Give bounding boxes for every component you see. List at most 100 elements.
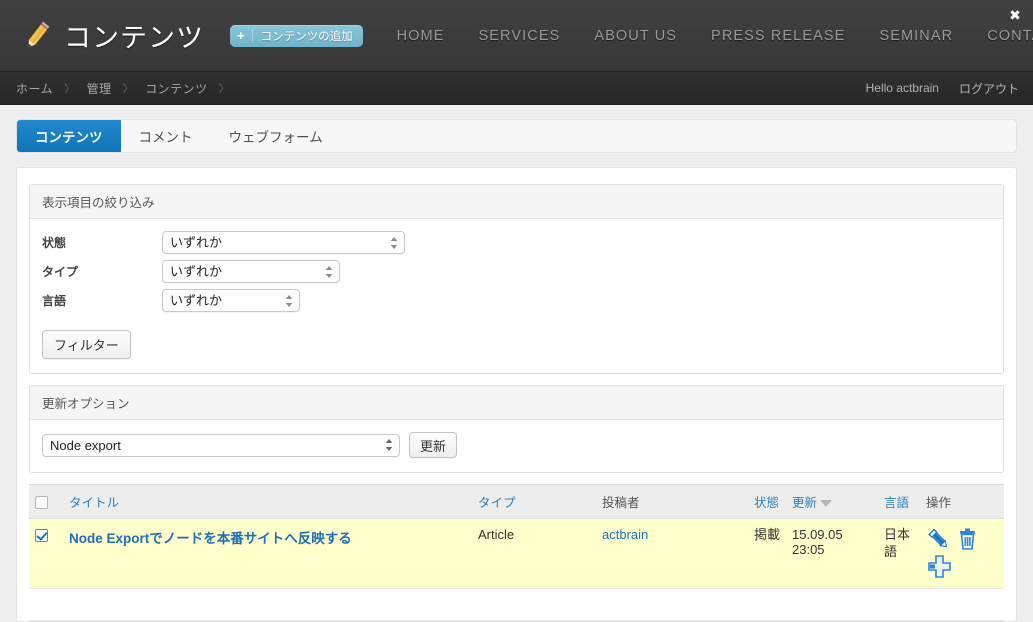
- user-area: Hello actbrain ログアウト: [866, 80, 1019, 97]
- row-type-cell: Article: [472, 519, 596, 589]
- plus-icon: +: [237, 29, 253, 42]
- tab-content[interactable]: コンテンツ: [17, 120, 121, 152]
- nav-item-contact[interactable]: CONTACT: [987, 28, 1033, 44]
- nav-item-services[interactable]: SERVICES: [479, 28, 561, 44]
- row-language-cell: [878, 589, 920, 621]
- row-updated-cell: 15.09.05 23:05: [786, 519, 878, 589]
- filter-panel-heading: 表示項目の絞り込み: [30, 185, 1003, 219]
- row-updated-date: 15.09.05: [792, 527, 843, 542]
- header-title: タイトル: [63, 485, 472, 519]
- filter-panel: 表示項目の絞り込み 状態 いずれか タイプ いずれか: [29, 184, 1004, 374]
- row-author-cell: actbrain: [596, 519, 748, 589]
- breadcrumb-item-admin[interactable]: 管理: [87, 80, 112, 97]
- row-select-cell: [29, 589, 63, 621]
- header-language: 言語: [878, 485, 920, 519]
- content-card: 表示項目の絞り込み 状態 いずれか タイプ いずれか: [16, 167, 1017, 622]
- add-content-button[interactable]: + コンテンツの追加: [230, 25, 363, 47]
- header-author: 投稿者: [596, 485, 748, 519]
- table-row: [29, 589, 1004, 621]
- header-state: 状態: [748, 485, 786, 519]
- breadcrumb: ホーム 〉 管理 〉 コンテンツ 〉: [16, 80, 866, 97]
- header-updated-link[interactable]: 更新: [792, 496, 817, 510]
- breadcrumb-separator: 〉: [64, 80, 76, 96]
- sort-descending-icon[interactable]: [820, 500, 832, 507]
- logout-link[interactable]: ログアウト: [959, 80, 1019, 97]
- header-author-label: 投稿者: [602, 496, 640, 510]
- breadcrumb-separator: 〉: [219, 80, 231, 96]
- header-operations-label: 操作: [926, 496, 951, 510]
- row-title-cell: Node Exportでノードを本番サイトへ反映する: [63, 519, 472, 589]
- nav-item-seminar[interactable]: SEMINAR: [879, 28, 953, 44]
- filter-label-language: 言語: [42, 292, 162, 309]
- tab-comments[interactable]: コメント: [121, 120, 211, 152]
- row-author-cell: [596, 589, 748, 621]
- filter-state-select[interactable]: いずれか: [162, 231, 405, 254]
- header-type-link[interactable]: タイプ: [478, 496, 516, 510]
- greeting-label: Hello actbrain: [866, 81, 939, 95]
- header-language-link[interactable]: 言語: [884, 496, 909, 510]
- filter-language-select[interactable]: いずれか: [162, 289, 300, 312]
- add-content-label: コンテンツの追加: [261, 28, 353, 44]
- filter-language-select-wrap: いずれか: [162, 289, 300, 312]
- update-panel-body: Node export 更新: [30, 420, 1003, 472]
- update-action-select[interactable]: Node export: [42, 434, 400, 457]
- filter-label-type: タイプ: [42, 263, 162, 280]
- breadcrumb-bar: ホーム 〉 管理 〉 コンテンツ 〉 Hello actbrain ログアウト: [0, 72, 1033, 105]
- close-icon[interactable]: ✖: [1008, 8, 1022, 22]
- select-all-header: [29, 485, 63, 519]
- table-body: Node Exportでノードを本番サイトへ反映する Article actbr…: [29, 519, 1004, 621]
- pencil-icon: [22, 19, 52, 53]
- row-select-checkbox[interactable]: [35, 529, 48, 542]
- row-operations: [926, 527, 982, 580]
- update-panel-heading: 更新オプション: [30, 386, 1003, 420]
- row-operations-cell: [920, 519, 1004, 589]
- breadcrumb-item-home[interactable]: ホーム: [16, 80, 53, 97]
- table-row: Node Exportでノードを本番サイトへ反映する Article actbr…: [29, 519, 1004, 589]
- filter-label-state: 状態: [42, 234, 162, 251]
- filter-row-language: 言語 いずれか: [42, 289, 991, 312]
- content-table: タイトル タイプ 投稿者 状態 更新 言語 操作: [29, 484, 1004, 621]
- row-type-cell: [472, 589, 596, 621]
- filter-panel-body: 状態 いずれか タイプ いずれか: [30, 219, 1003, 373]
- header-operations: 操作: [920, 485, 1004, 519]
- row-language-cell: 日本語: [878, 519, 920, 589]
- table-header: タイトル タイプ 投稿者 状態 更新 言語 操作: [29, 485, 1004, 519]
- select-all-checkbox[interactable]: [35, 496, 48, 509]
- header-updated: 更新: [786, 485, 878, 519]
- filter-type-select-wrap: いずれか: [162, 260, 340, 283]
- tabs-region: コンテンツ コメント ウェブフォーム: [0, 105, 1033, 153]
- filter-type-select[interactable]: いずれか: [162, 260, 340, 283]
- header-title-link[interactable]: タイトル: [69, 496, 119, 510]
- filter-submit-button[interactable]: フィルター: [42, 330, 131, 359]
- header-type: タイプ: [472, 485, 596, 519]
- row-author-link[interactable]: actbrain: [602, 527, 648, 542]
- filter-row-state: 状態 いずれか: [42, 231, 991, 254]
- update-options-panel: 更新オプション Node export 更新: [29, 385, 1004, 473]
- edit-icon[interactable]: [926, 527, 953, 553]
- row-title-link[interactable]: Node Exportでノードを本番サイトへ反映する: [69, 531, 352, 546]
- row-state-cell: [748, 589, 786, 621]
- update-action-row: Node export 更新: [42, 432, 991, 458]
- row-updated-cell: [786, 589, 878, 621]
- filter-row-type: タイプ いずれか: [42, 260, 991, 283]
- filter-state-select-wrap: いずれか: [162, 231, 405, 254]
- row-title-cell: [63, 589, 472, 621]
- main-navigation: HOME SERVICES ABOUT US PRESS RELEASE SEM…: [397, 28, 1033, 44]
- admin-toolbar: コンテンツ + コンテンツの追加 HOME SERVICES ABOUT US …: [0, 0, 1033, 72]
- tab-webform[interactable]: ウェブフォーム: [211, 120, 341, 152]
- nav-item-about-us[interactable]: ABOUT US: [594, 28, 677, 44]
- header-state-link[interactable]: 状態: [754, 496, 779, 510]
- nav-item-home[interactable]: HOME: [397, 28, 445, 44]
- row-select-cell: [29, 519, 63, 589]
- breadcrumb-item-content[interactable]: コンテンツ: [145, 80, 208, 97]
- update-action-select-wrap: Node export: [42, 434, 400, 457]
- delete-icon[interactable]: [954, 527, 981, 553]
- row-operations-cell: [920, 589, 1004, 621]
- row-state-cell: 掲載: [748, 519, 786, 589]
- breadcrumb-separator: 〉: [123, 80, 135, 96]
- table-header-row: タイトル タイプ 投稿者 状態 更新 言語 操作: [29, 485, 1004, 519]
- update-submit-button[interactable]: 更新: [409, 432, 457, 458]
- tab-bar: コンテンツ コメント ウェブフォーム: [16, 119, 1017, 153]
- add-icon[interactable]: [926, 554, 953, 580]
- nav-item-press-release[interactable]: PRESS RELEASE: [711, 28, 845, 44]
